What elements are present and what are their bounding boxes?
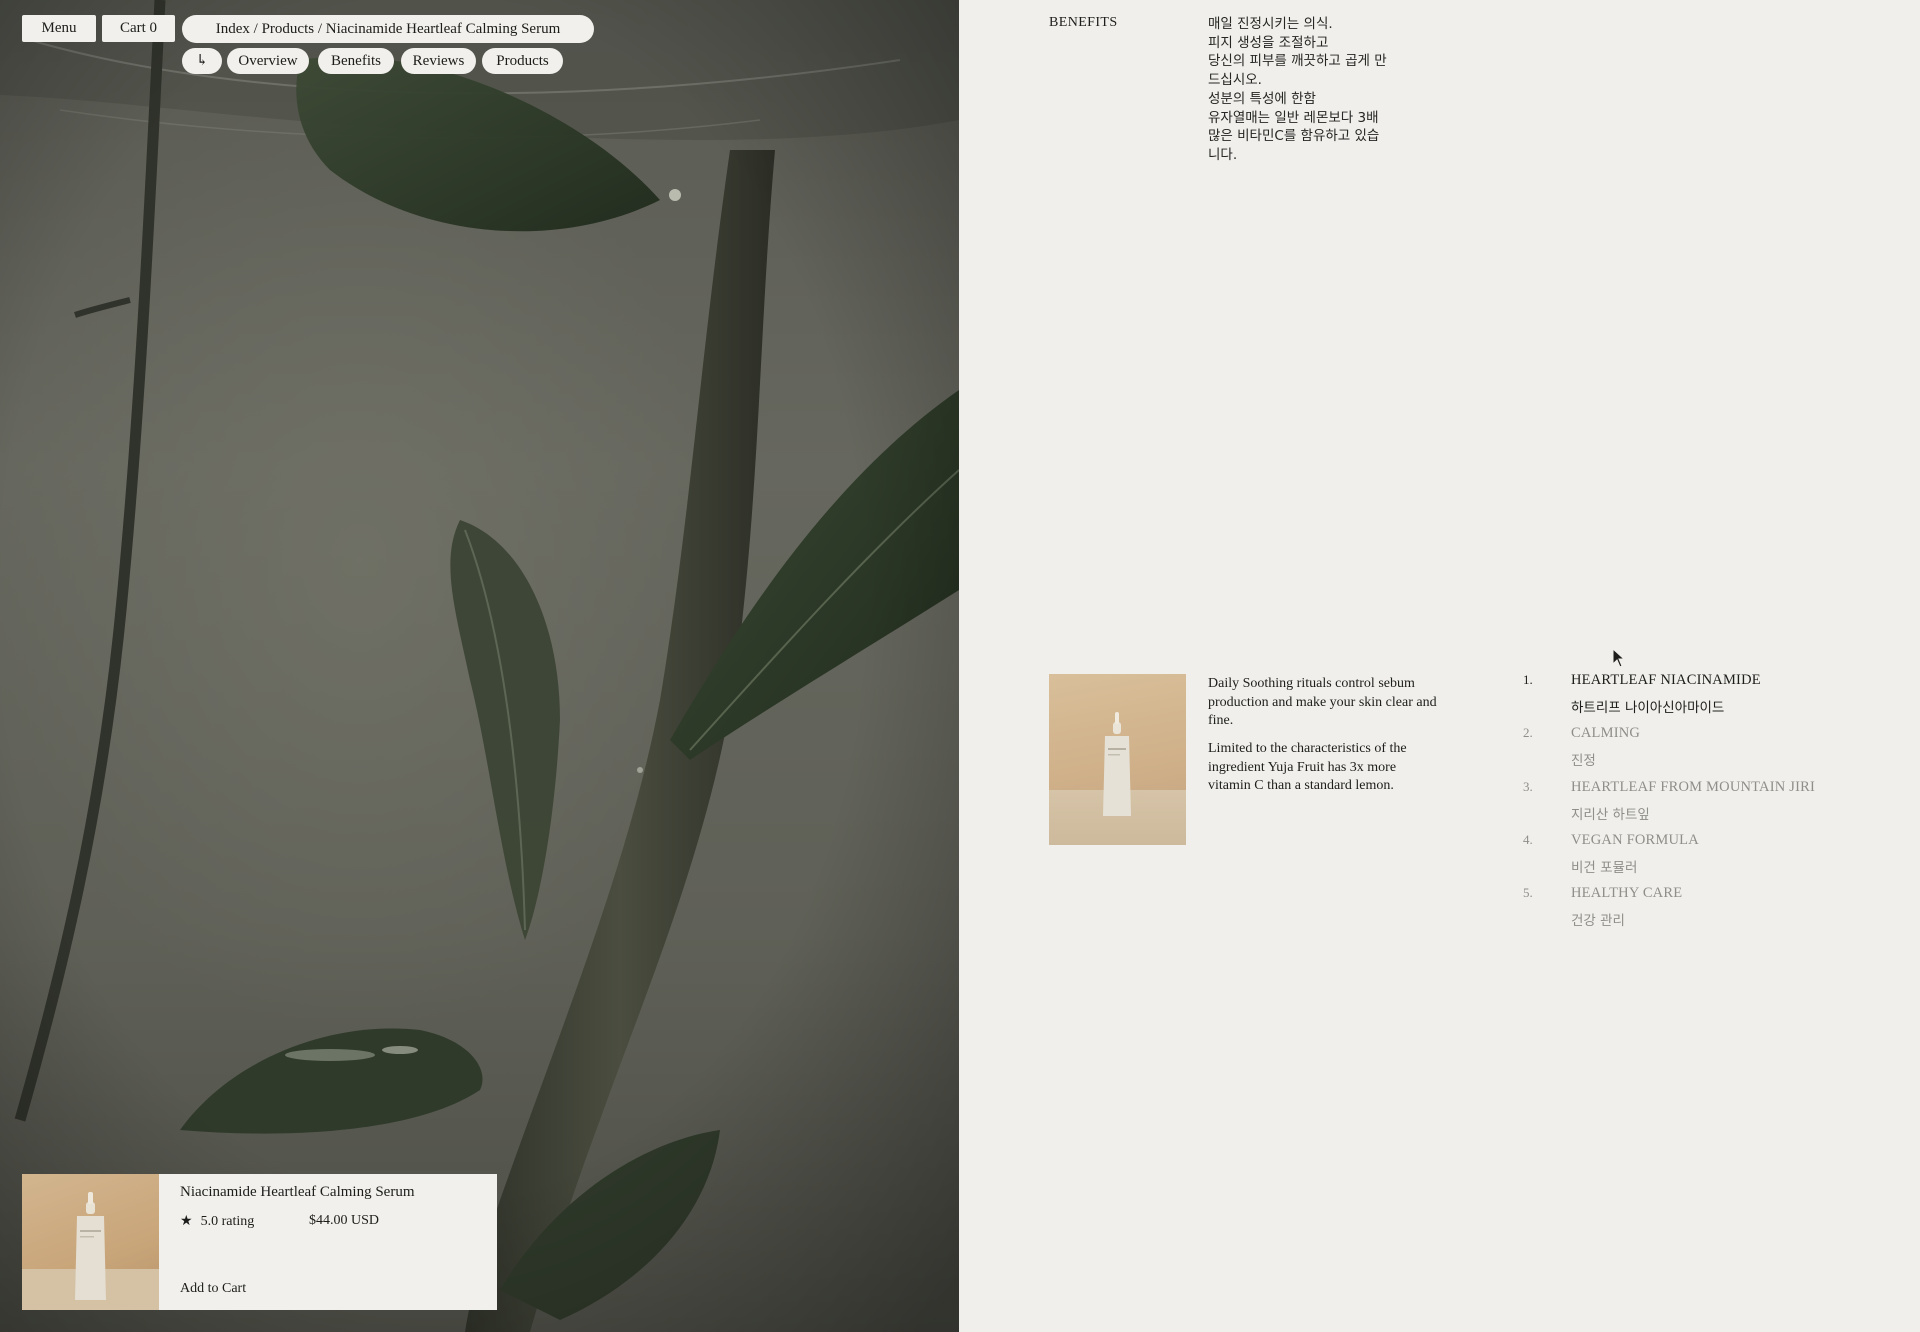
section-label-benefits: BENEFITS	[1049, 15, 1118, 30]
serum-bottle-image	[1103, 712, 1131, 816]
tab-label: Benefits	[331, 52, 381, 69]
korean-line: 당신의 피부를 깨끗하고 곱게 만	[1208, 53, 1387, 70]
feature-number: 2.	[1523, 725, 1533, 741]
feature-title-korean: 진정	[1571, 753, 1596, 770]
korean-line: 니다.	[1208, 146, 1238, 163]
return-arrow-icon: ↳	[195, 52, 209, 69]
feature-title: HEARTLEAF NIACINAMIDE	[1571, 672, 1761, 688]
feature-item[interactable]: 2. CALMING 진정	[1523, 725, 1883, 778]
product-title: Niacinamide Heartleaf Calming Serum	[180, 1184, 415, 1200]
breadcrumb-text: Index / Products / Niacinamide Heartleaf…	[215, 20, 561, 37]
tab-label: Overview	[238, 52, 298, 69]
korean-line: 매일 진정시키는 의식.	[1208, 16, 1333, 32]
feature-title-korean: 지리산 하트잎	[1571, 806, 1650, 823]
feature-title: VEGAN FORMULA	[1571, 831, 1699, 848]
feature-number: 5.	[1523, 885, 1533, 901]
plant-in-water-photo	[0, 0, 959, 1332]
korean-description: 매일 진정시키는 의식. 피지 생성을 조절하고 당신의 피부를 깨끗하고 곱게…	[1208, 15, 1433, 165]
korean-line: 피지 생성을 조절하고	[1208, 34, 1329, 51]
back-arrow-button[interactable]: ↳	[182, 48, 222, 74]
feature-item[interactable]: 3. HEARTLEAF FROM MOUNTAIN JIRI 지리산 하트잎	[1523, 779, 1883, 832]
feature-number: 4.	[1523, 831, 1533, 847]
tab-products[interactable]: Products	[482, 48, 563, 74]
feature-title-korean: 건강 관리	[1571, 913, 1625, 930]
cart-label: Cart 0	[119, 20, 158, 36]
feature-title-korean: 비건 포뮬러	[1571, 859, 1638, 876]
korean-line: 드십시오.	[1208, 72, 1262, 89]
cart-button[interactable]: Cart 0	[102, 15, 175, 42]
hero-image-pane: Menu Cart 0 Index / Products / Niacinami…	[0, 0, 959, 1332]
feature-number: 1.	[1523, 672, 1533, 687]
product-card-info: Niacinamide Heartleaf Calming Serum ★ 5.…	[159, 1174, 497, 1310]
feature-title: HEARTLEAF FROM MOUNTAIN JIRI	[1571, 778, 1816, 795]
menu-label: Menu	[41, 20, 77, 36]
product-price: $44.00 USD	[309, 1213, 380, 1228]
feature-item[interactable]: 1. HEARTLEAF NIACINAMIDE 하트리프 나이아신아마이드	[1523, 672, 1883, 725]
rating-text: 5.0 rating	[200, 1213, 255, 1229]
features-list: 1. HEARTLEAF NIACINAMIDE 하트리프 나이아신아마이드 2…	[1523, 672, 1883, 938]
add-to-cart-button[interactable]: Add to Cart	[180, 1281, 246, 1297]
korean-line: 유자열매는 일반 레몬보다 3배	[1208, 109, 1379, 126]
benefits-description-1: Daily Soothing rituals control sebum pro…	[1208, 676, 1437, 729]
product-rating: ★ 5.0 rating	[180, 1213, 254, 1230]
feature-item[interactable]: 4. VEGAN FORMULA 비건 포뮬러	[1523, 832, 1883, 885]
korean-line: 성분의 특성에 한함	[1208, 90, 1316, 107]
feature-number: 3.	[1523, 778, 1533, 794]
tab-overview[interactable]: Overview	[227, 48, 309, 74]
tab-benefits[interactable]: Benefits	[318, 48, 394, 74]
mouse-cursor-icon	[1612, 648, 1626, 668]
star-icon: ★	[180, 1214, 193, 1229]
serum-bottle-image	[22, 1192, 159, 1310]
feature-item[interactable]: 5. HEALTHY CARE 건강 관리	[1523, 885, 1883, 938]
tab-label: Reviews	[412, 52, 465, 69]
tab-label: Products	[496, 52, 549, 69]
feature-title: CALMING	[1571, 725, 1641, 742]
korean-line: 많은 비타민C를 함유하고 있습	[1208, 128, 1380, 145]
breadcrumb[interactable]: Index / Products / Niacinamide Heartleaf…	[182, 15, 594, 43]
tab-reviews[interactable]: Reviews	[401, 48, 476, 74]
feature-title: HEALTHY CARE	[1571, 885, 1683, 902]
menu-button[interactable]: Menu	[22, 15, 96, 42]
feature-title-korean: 하트리프 나이아신아마이드	[1571, 700, 1725, 716]
product-thumbnail[interactable]	[22, 1174, 159, 1310]
product-detail-image	[1049, 674, 1186, 845]
benefits-description-2: Limited to the characteristics of the in…	[1208, 741, 1407, 794]
product-card: Niacinamide Heartleaf Calming Serum ★ 5.…	[22, 1174, 497, 1310]
